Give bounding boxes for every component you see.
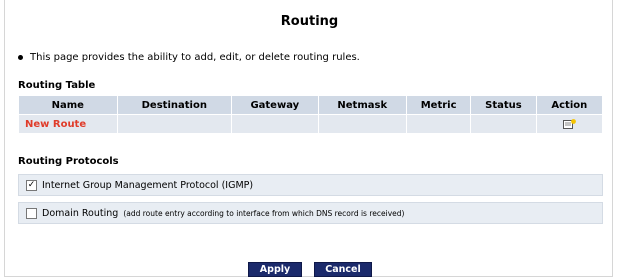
column-header-netmask: Netmask bbox=[317, 95, 407, 115]
cell-gateway bbox=[231, 114, 319, 134]
igmp-checkbox[interactable]: ✓ bbox=[26, 179, 37, 191]
page-frame bbox=[4, 0, 613, 277]
column-header-name: Name bbox=[18, 95, 118, 115]
cell-status bbox=[470, 114, 537, 134]
column-header-metric: Metric bbox=[405, 95, 472, 115]
routing-table: Name Destination Gateway Netmask Metric … bbox=[18, 95, 604, 134]
domain-routing-label: Domain Routing bbox=[42, 207, 119, 219]
cell-netmask bbox=[317, 114, 407, 134]
routing-table-heading: Routing Table bbox=[18, 80, 96, 91]
column-header-action: Action bbox=[535, 95, 604, 115]
apply-button[interactable]: Apply bbox=[248, 262, 302, 277]
column-header-status: Status bbox=[470, 95, 537, 115]
domain-routing-note: (add route entry according to interface … bbox=[123, 208, 405, 218]
new-route-link[interactable]: New Route bbox=[18, 114, 118, 134]
page-title: Routing bbox=[280, 14, 339, 29]
bullet-icon bbox=[18, 55, 23, 60]
cancel-button[interactable]: Cancel bbox=[314, 262, 372, 277]
column-header-destination: Destination bbox=[116, 95, 233, 115]
intro-label: This page provides the ability to add, e… bbox=[30, 52, 360, 63]
igmp-label: Internet Group Management Protocol (IGMP… bbox=[42, 179, 254, 191]
routing-protocols-heading: Routing Protocols bbox=[18, 156, 119, 167]
table-row: New Route bbox=[18, 114, 604, 134]
cell-metric bbox=[405, 114, 472, 134]
table-header-row: Name Destination Gateway Netmask Metric … bbox=[18, 95, 604, 115]
cell-destination bbox=[116, 114, 233, 134]
protocol-row-domain-routing: Domain Routing (add route entry accordin… bbox=[18, 202, 603, 224]
protocol-row-igmp: ✓ Internet Group Management Protocol (IG… bbox=[18, 174, 603, 196]
intro-text: This page provides the ability to add, e… bbox=[18, 52, 360, 63]
domain-routing-checkbox[interactable] bbox=[26, 207, 37, 219]
column-header-gateway: Gateway bbox=[231, 95, 319, 115]
cell-action bbox=[535, 114, 604, 134]
edit-add-icon[interactable] bbox=[562, 118, 576, 129]
